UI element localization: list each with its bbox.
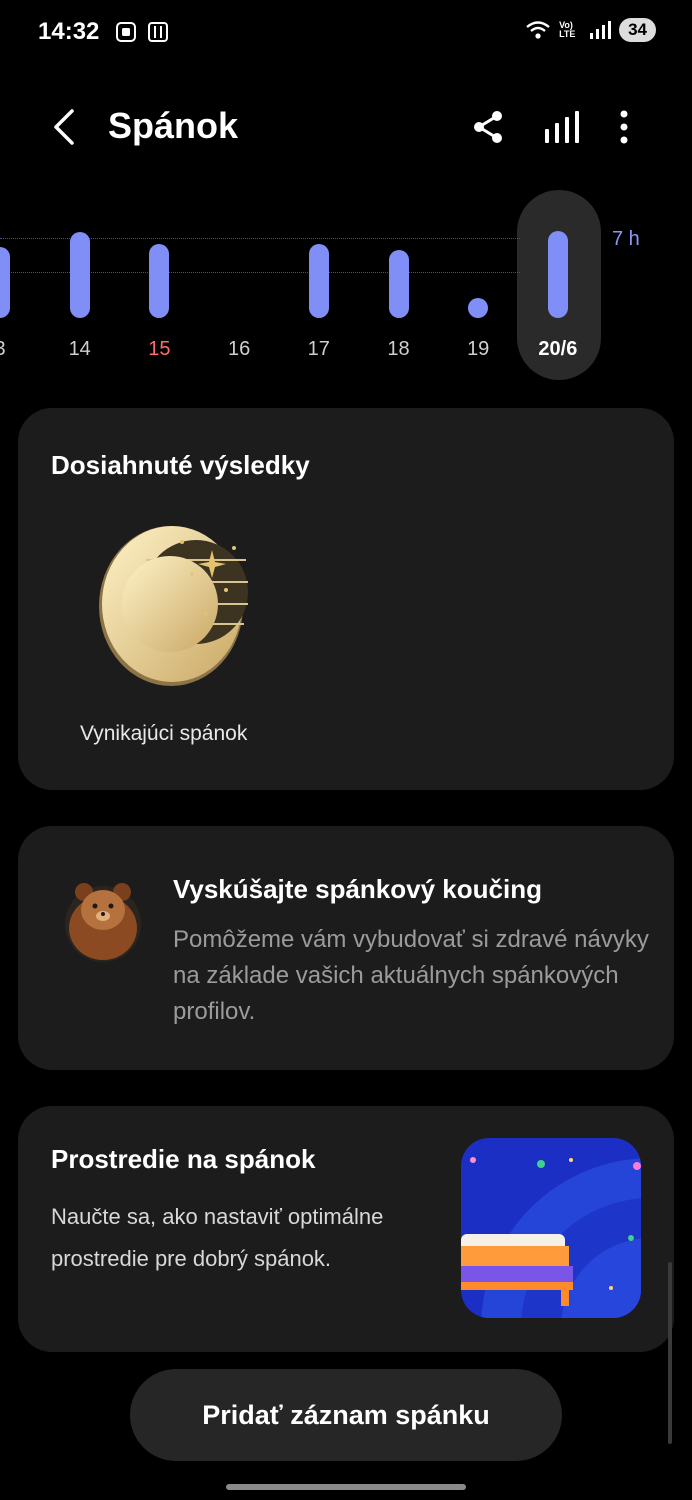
- sleep-bar-20/6[interactable]: [547, 230, 568, 318]
- coaching-title: Vyskúšajte spánkový koučing: [173, 874, 542, 904]
- app-bar: Spánok: [0, 95, 692, 161]
- restaurant-icon: [148, 22, 168, 42]
- day-tick-15[interactable]: 15: [129, 338, 189, 361]
- sleep-bar-19[interactable]: [468, 298, 489, 318]
- coaching-description: Pomôžeme vám vybudovať si zdravé návyky …: [173, 926, 649, 1025]
- badge-label: Vynikajúci spánok: [80, 722, 248, 745]
- day-tick-20/6[interactable]: 20/6: [528, 338, 588, 361]
- status-time: 14:32: [38, 18, 100, 45]
- achievements-title: Dosiahnuté výsledky: [51, 450, 310, 480]
- page-title: Spánok: [108, 105, 239, 146]
- day-tick-19[interactable]: 19: [448, 338, 508, 361]
- bear-avatar-icon: [65, 883, 141, 962]
- sleep-bar-14[interactable]: [69, 231, 90, 318]
- environment-description: Naučte sa, ako nastaviť optimálne prostr…: [51, 1204, 384, 1271]
- environment-title: Prostredie na spánok: [51, 1144, 316, 1174]
- day-tick-18[interactable]: 18: [369, 338, 429, 361]
- sleep-chart[interactable]: 7 h 3 14 15 16 17 18 19 20/6: [0, 190, 692, 390]
- screen-record-icon: [116, 22, 136, 42]
- home-indicator[interactable]: [226, 1484, 466, 1490]
- sleep-environment-card[interactable]: Prostredie na spánok Naučte sa, ako nast…: [18, 1106, 674, 1352]
- bed-illustration-icon: [461, 1138, 641, 1318]
- share-icon[interactable]: [470, 107, 506, 147]
- status-bar: 14:32 Vo) LTE 34: [0, 0, 692, 70]
- sleep-bar-18[interactable]: [388, 250, 409, 318]
- sleep-bar-17[interactable]: [308, 244, 329, 318]
- sleep-coaching-card[interactable]: Vyskúšajte spánkový koučing Pomôžeme vám…: [18, 826, 674, 1070]
- wifi-icon: [526, 21, 550, 39]
- sleep-bar-15[interactable]: [149, 244, 170, 318]
- moon-badge-icon[interactable]: [96, 516, 256, 688]
- signal-icon: [590, 21, 612, 39]
- day-tick-13[interactable]: 3: [0, 338, 30, 361]
- volte-indicator: Vo) LTE: [559, 20, 576, 39]
- status-system-icons: Vo) LTE 34: [525, 18, 656, 42]
- scrollbar[interactable]: [668, 1262, 672, 1444]
- y-axis-label: 7 h: [612, 228, 640, 250]
- day-tick-14[interactable]: 14: [50, 338, 110, 361]
- sleep-bar-13[interactable]: [0, 246, 10, 318]
- day-tick-17[interactable]: 17: [289, 338, 349, 361]
- more-options-icon[interactable]: [614, 107, 634, 147]
- trends-icon[interactable]: [542, 109, 582, 145]
- add-sleep-record-button[interactable]: Pridať záznam spánku: [130, 1369, 562, 1461]
- status-notification-icons: [114, 20, 170, 44]
- battery-badge: 34: [619, 18, 656, 42]
- day-tick-16[interactable]: 16: [209, 338, 269, 361]
- back-arrow-icon[interactable]: [46, 105, 82, 149]
- achievements-card[interactable]: Dosiahnuté výsledky Vynikajúci spánok: [18, 408, 674, 790]
